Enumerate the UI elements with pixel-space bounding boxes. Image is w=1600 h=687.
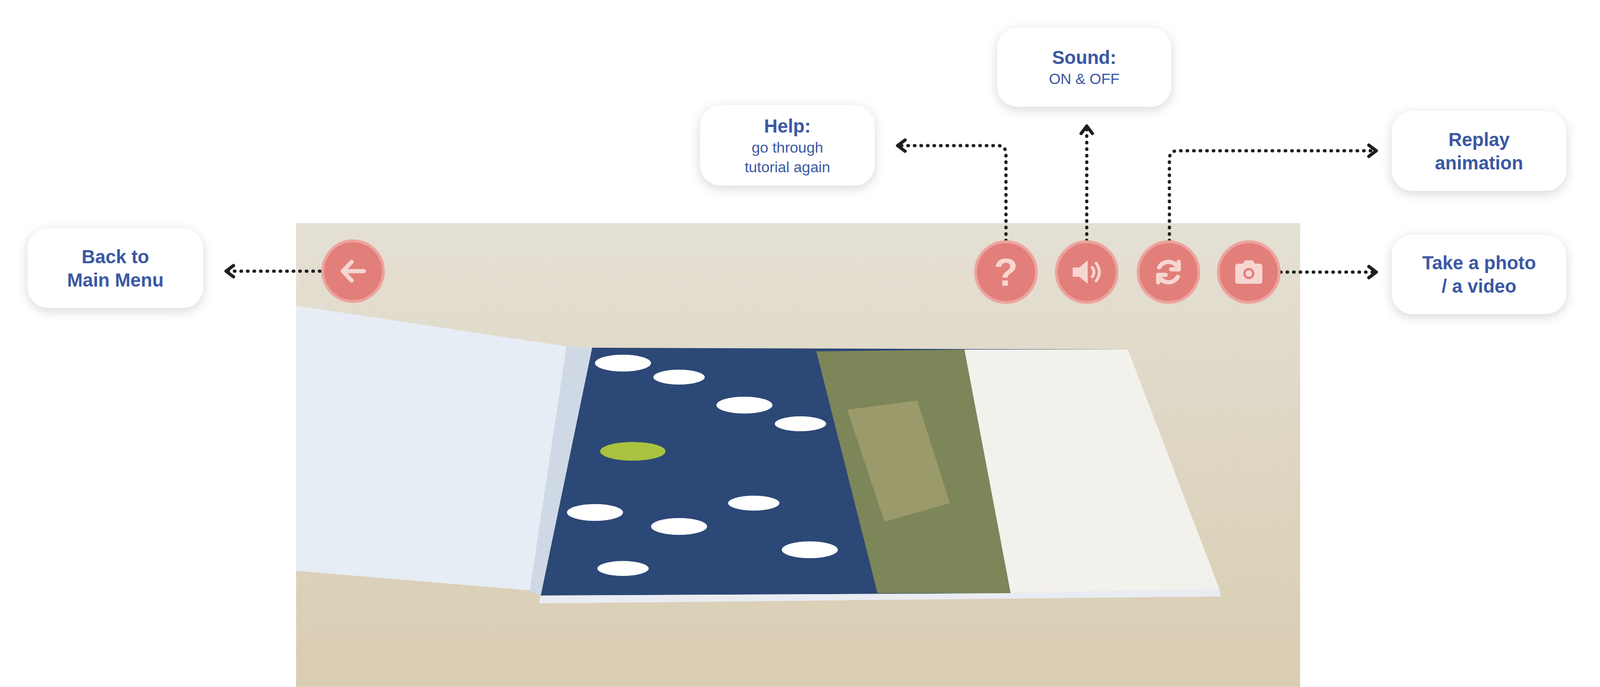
callout-title: Help: [764, 114, 811, 138]
callout-title: Main Menu [67, 268, 164, 292]
callout-text: go through [751, 137, 823, 158]
refresh-icon [1151, 255, 1186, 290]
question-mark-icon: ? [993, 252, 1018, 292]
callout-text: ON & OFF [1048, 69, 1120, 89]
photo-callout: Take a photo/ a video [1391, 234, 1567, 315]
help-button[interactable]: ? [974, 240, 1038, 305]
help-callout: Help:go throughtutorial again [700, 105, 875, 186]
callout-title: Take a photo [1422, 251, 1537, 275]
camera-button[interactable] [1217, 240, 1281, 305]
callout-title: Sound: [1052, 45, 1117, 70]
callout-title: Back to [81, 245, 150, 269]
back-button[interactable] [321, 239, 385, 304]
callout-text: tutorial again [744, 157, 830, 177]
replay-callout: Replayanimation [1391, 111, 1567, 192]
callout-title: / a video [1441, 274, 1517, 298]
annotated-screenshot: Back toMain Menu? Help:go throughtutorial… [0, 0, 1600, 687]
sound-button[interactable] [1054, 240, 1119, 305]
sound-callout: Sound:ON & OFF [997, 27, 1172, 107]
callout-title: Replay [1448, 127, 1510, 152]
callout-title: animation [1435, 151, 1524, 175]
replay-button[interactable] [1136, 240, 1201, 305]
arrow-left-icon [336, 254, 370, 288]
connector-lines [0, 0, 1600, 687]
speaker-icon [1069, 255, 1105, 289]
back-callout: Back toMain Menu [27, 228, 204, 309]
camera-icon [1232, 258, 1266, 287]
